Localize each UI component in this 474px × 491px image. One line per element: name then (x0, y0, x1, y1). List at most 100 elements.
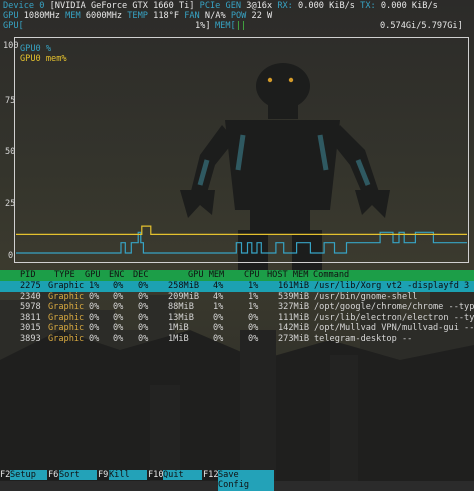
y-tick-0-label: 0 (8, 251, 14, 261)
legend-gpu-mem-label: GPU0 mem% (20, 54, 67, 64)
y-tick-25-label: 25 (5, 199, 16, 209)
process-gpu-mem-pct: 0% (213, 323, 224, 334)
process-command: /usr/lib/Xorg vt2 -displayfd 3 -- (314, 281, 474, 291)
process-type: Graphic (48, 334, 85, 344)
device-label: Device 0 (3, 1, 45, 11)
sort-button[interactable]: Sort (59, 470, 97, 481)
process-cpu: 1% (248, 281, 259, 291)
process-host-mem: 111MiB (278, 312, 310, 323)
gpu-util-series-line (16, 231, 467, 254)
process-enc: 0% (113, 323, 124, 334)
process-pid: 5978 (20, 302, 41, 313)
y-tick-50-label: 50 (5, 147, 16, 157)
process-enc: 0% (113, 281, 124, 291)
process-row[interactable]: 3811 Graphic 0% 0% 0% 13MiB 0% 0% 111MiB/usr/lib… (0, 313, 474, 324)
col-cpu[interactable]: CPU (244, 270, 260, 280)
process-enc: 0% (113, 291, 124, 302)
process-pid: 3811 (20, 312, 41, 323)
save-config-button[interactable]: Save Config (218, 470, 274, 491)
process-command: /opt/google/chrome/chrome --type (314, 302, 474, 313)
process-gpu-mem-pct: 0% (213, 312, 224, 323)
device-info-header: Device 0 [NVIDIA GeForce GTX 1660 Ti] PC… (3, 1, 473, 22)
process-dec: 0% (138, 281, 149, 291)
process-table-header: PID TYPE GPU ENC DEC GPU MEM CPU HOST ME… (0, 270, 474, 281)
y-tick-50: 50 (5, 147, 15, 157)
process-row[interactable]: 3893 Graphic 0% 0% 0% 1MiB 0% 0% 273MiB telegram-… (0, 334, 474, 345)
process-dec: 0% (138, 302, 149, 313)
mem-usage-gauge: MEM[|| (215, 21, 246, 31)
f10-key[interactable]: F10 (148, 470, 164, 481)
process-gpu-mem-pct: 1% (213, 302, 224, 313)
gpu-gauge-percent: 1%] (195, 21, 211, 31)
f12-key[interactable]: F12 (203, 470, 219, 481)
process-gpu: 0% (89, 291, 100, 302)
process-row[interactable]: 2275 Graphic 1% 0% 0% 258MiB 4% 1% 161MiB/usr/li… (0, 281, 474, 292)
f9-key[interactable]: F9 (98, 470, 109, 481)
process-host-mem: 142MiB (278, 323, 310, 334)
gen-value: 3@16x (246, 1, 273, 11)
process-gpu: 0% (89, 334, 100, 344)
gen-label: GEN (225, 1, 242, 11)
y-tick-75: 75 (5, 96, 15, 106)
gpu-gauge-label: GPU[ (3, 21, 24, 31)
fan-value: N/A% (204, 11, 226, 22)
y-tick-25: 25 (5, 199, 15, 209)
col-gpu-mem[interactable]: GPU MEM (188, 270, 224, 280)
fan-label: FAN (184, 11, 200, 22)
process-type: Graphic (48, 312, 85, 323)
gpu-gauge-value: 1%] (195, 21, 211, 31)
process-cpu: 0% (248, 323, 259, 334)
power-value: 22 W (251, 11, 273, 22)
process-dec: 0% (138, 291, 149, 302)
col-pid[interactable]: PID (20, 270, 36, 280)
col-type[interactable]: TYPE (54, 270, 75, 280)
tx-label: TX: (360, 1, 376, 11)
function-key-bar: F2 Setup F6 Sort F9 Kill F10 Quit F12 Sa… (0, 470, 474, 491)
y-tick-75-label: 75 (5, 96, 16, 106)
process-pid: 3893 (20, 334, 41, 344)
process-cpu: 1% (248, 291, 259, 302)
col-enc[interactable]: ENC (109, 270, 125, 280)
chart-canvas (16, 225, 467, 254)
col-dec[interactable]: DEC (133, 270, 149, 280)
process-row[interactable]: 2340 Graphic 0% 0% 0% 209MiB 4% 1% 539MiB/usr/bi… (0, 292, 474, 303)
mem-gauge-value-wrap: 0.574Gi/5.797Gi] (380, 21, 463, 31)
usage-line-chart: GPU0 % GPU0 mem% (14, 37, 469, 263)
f6-key[interactable]: F6 (48, 470, 59, 481)
process-dec: 0% (138, 334, 149, 344)
gpu-clock-value: 1080MHz (23, 11, 60, 22)
process-host-mem: 327MiB (278, 302, 310, 313)
process-type: Graphic (48, 323, 85, 334)
col-gpu[interactable]: GPU (85, 270, 101, 280)
process-row[interactable]: 5978 Graphic 0% 0% 0% 88MiB 1% 1% 327MiB/opt/goo… (0, 302, 474, 313)
process-gpu-mem: 13MiB (168, 312, 194, 323)
temp-value: 118°F (153, 11, 180, 22)
setup-button[interactable]: Setup (10, 470, 47, 481)
process-dec: 0% (138, 323, 149, 334)
process-gpu-mem-pct: 0% (213, 334, 224, 344)
mem-clock-label: MEM (65, 11, 81, 22)
legend-gpu-mem: GPU0 mem% (20, 54, 67, 64)
quit-button[interactable]: Quit (163, 470, 202, 481)
rx-value: 0.000 KiB/s (298, 1, 355, 11)
kill-button[interactable]: Kill (109, 470, 147, 481)
process-cpu: 0% (248, 312, 259, 323)
y-tick-0: 0 (8, 251, 13, 261)
process-host-mem: 161MiB (278, 281, 310, 291)
f2-key[interactable]: F2 (0, 470, 11, 481)
process-pid: 2340 (20, 291, 41, 302)
tx-value: 0.000 KiB/s (380, 1, 438, 11)
process-type: Graphic (48, 302, 85, 313)
col-command[interactable]: Command (313, 270, 349, 280)
process-gpu-mem: 258MiB (168, 281, 200, 291)
mem-gauge-value: 0.574Gi/5.797Gi] (380, 21, 463, 31)
col-host-mem[interactable]: HOST MEM (267, 270, 308, 280)
power-label: POW (230, 11, 247, 22)
process-gpu: 0% (89, 302, 100, 313)
process-cpu: 0% (248, 334, 259, 344)
process-dec: 0% (138, 312, 149, 323)
process-row[interactable]: 3015 Graphic 0% 0% 0% 1MiB 0% 0% 142MiB/opt/Mull… (0, 323, 474, 334)
mem-clock-value: 6000MHz (85, 11, 123, 22)
device-name: [NVIDIA GeForce GTX 1660 Ti] (49, 1, 195, 11)
legend-gpu-util: GPU0 % (20, 44, 51, 54)
